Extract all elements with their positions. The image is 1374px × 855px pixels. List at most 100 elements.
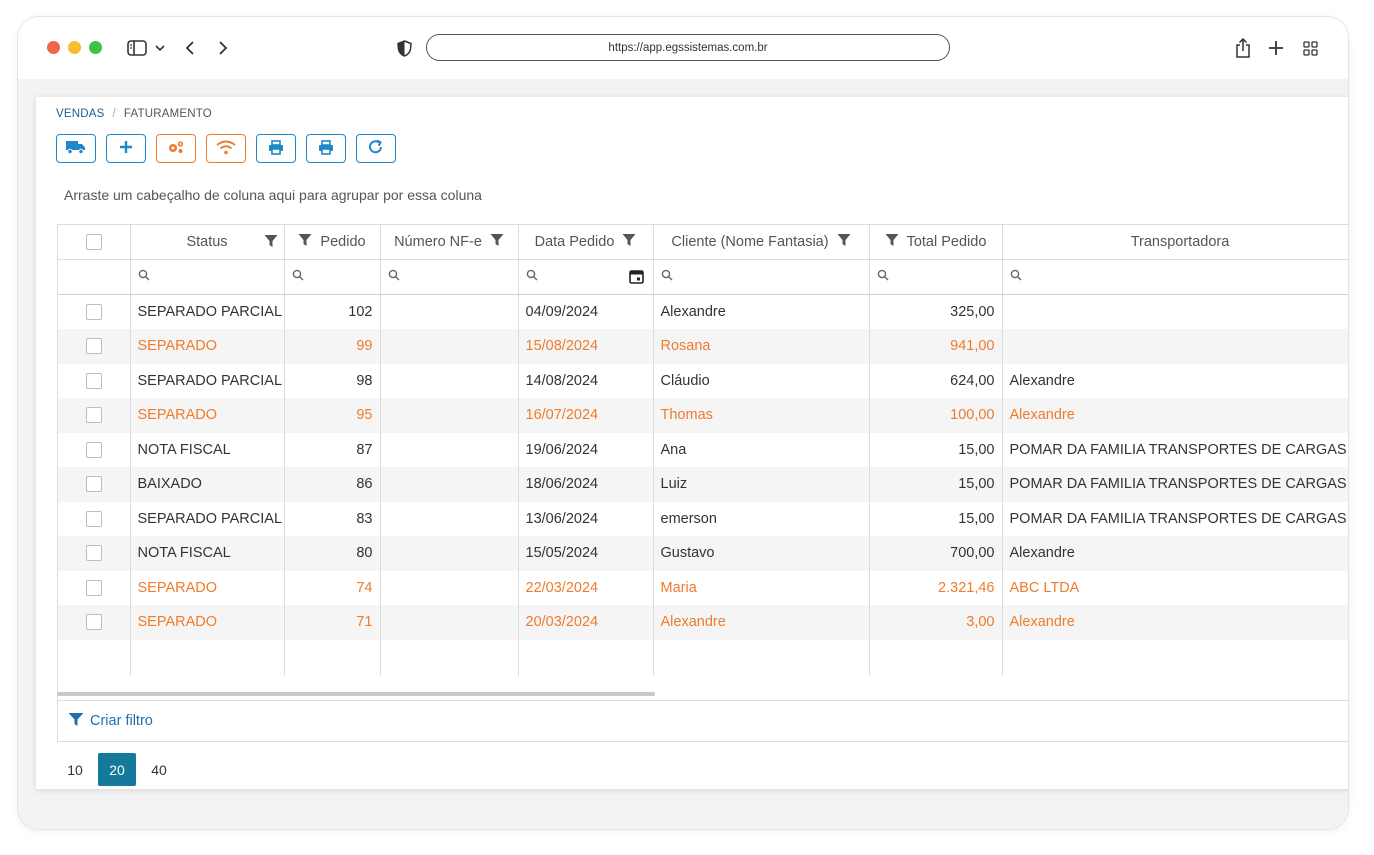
wifi-button[interactable] [206,134,246,163]
row-select-cell[interactable] [58,501,131,536]
table-row[interactable]: SEPARADO 99 15/08/2024 Rosana 941,00 [58,329,1348,364]
filter-icon[interactable] [264,234,278,252]
create-filter-link[interactable]: Criar filtro [90,713,153,729]
add-button[interactable] [106,134,146,163]
column-title-total: Total Pedido [906,234,987,250]
filter-cell-numero-nfe[interactable] [380,259,519,295]
column-header-status[interactable]: Status [130,225,285,260]
print-button[interactable] [256,134,296,163]
page-size-20[interactable]: 20 [98,753,136,786]
column-header-transportadora[interactable]: Transportadora [1002,225,1348,260]
print-secondary-button[interactable] [306,134,346,163]
row-select-cell[interactable] [58,467,131,502]
page-size-10[interactable]: 10 [56,753,94,786]
column-header-total[interactable]: Total Pedido [869,225,1003,260]
settings-button[interactable] [156,134,196,163]
main-panel: VENDAS / FATURAMENTO Arraste um cabeçalh… [36,97,1348,789]
row-checkbox[interactable] [85,407,102,424]
tab-overview-icon[interactable] [1301,37,1319,59]
cell-status: SEPARADO PARCIAL [130,501,285,536]
row-select-cell[interactable] [58,363,131,398]
row-checkbox[interactable] [85,338,102,355]
cell-transportadora: POMAR DA FAMILIA TRANSPORTES DE CARGAS E… [1002,467,1348,502]
row-select-cell[interactable] [58,294,131,329]
cell-status: NOTA FISCAL [130,432,285,467]
select-all-header[interactable] [58,225,131,260]
table-row[interactable]: SEPARADO 95 16/07/2024 Thomas 100,00 Ale… [58,398,1348,433]
filter-icon[interactable] [298,233,312,251]
cell-numero-nfe [380,536,519,571]
row-checkbox[interactable] [85,614,102,631]
table-row[interactable]: BAIXADO 86 18/06/2024 Luiz 15,00 POMAR D… [58,467,1348,502]
cell-data-pedido: 15/08/2024 [518,329,654,364]
new-tab-icon[interactable] [1267,37,1285,59]
horizontal-scrollbar[interactable] [57,692,655,696]
cell-total: 325,00 [869,294,1003,329]
back-arrow-icon[interactable] [182,37,198,59]
create-filter-bar[interactable]: Criar filtro [57,700,1348,742]
breadcrumb: VENDAS / FATURAMENTO [56,108,212,120]
filter-cell-status[interactable] [130,259,285,295]
row-select-cell[interactable] [58,570,131,605]
row-checkbox[interactable] [85,545,102,562]
table-row[interactable]: SEPARADO PARCIAL 102 04/09/2024 Alexandr… [58,294,1348,329]
refresh-button[interactable] [356,134,396,163]
cell-status: SEPARADO [130,398,285,433]
print-icon [318,139,334,158]
row-checkbox[interactable] [85,476,102,493]
truck-button[interactable] [56,134,96,163]
filter-cell-total[interactable] [869,259,1003,295]
table-row[interactable]: SEPARADO 71 20/03/2024 Alexandre 3,00 Al… [58,605,1348,640]
wifi-icon [216,140,236,158]
filter-icon[interactable] [837,233,851,251]
minimize-window-button[interactable] [68,41,81,54]
row-checkbox[interactable] [85,372,102,389]
row-select-cell[interactable] [58,432,131,467]
share-icon[interactable] [1234,37,1252,59]
cell-numero-nfe [380,467,519,502]
filter-cell-pedido[interactable] [284,259,381,295]
filter-cell-transportadora[interactable] [1002,259,1348,295]
table-row[interactable]: NOTA FISCAL 80 15/05/2024 Gustavo 700,00… [58,536,1348,571]
cell-transportadora: Alexandre [1002,363,1348,398]
table-row[interactable]: NOTA FISCAL 87 19/06/2024 Ana 15,00 POMA… [58,432,1348,467]
row-checkbox[interactable] [85,579,102,596]
column-header-numero-nfe[interactable]: Número NF-e [380,225,519,260]
filter-icon[interactable] [490,233,504,251]
column-header-cliente[interactable]: Cliente (Nome Fantasia) [653,225,870,260]
cell-total: 624,00 [869,363,1003,398]
row-checkbox[interactable] [85,304,102,321]
row-select-cell[interactable] [58,329,131,364]
column-header-data-pedido[interactable]: Data Pedido [518,225,654,260]
column-header-pedido[interactable]: Pedido [284,225,381,260]
address-bar-url: https://app.egssistemas.com.br [608,41,768,54]
row-checkbox[interactable] [85,441,102,458]
shield-icon[interactable] [395,37,413,59]
maximize-window-button[interactable] [89,41,102,54]
row-select-cell[interactable] [58,536,131,571]
calendar-icon[interactable] [628,269,644,288]
column-title-transportadora: Transportadora [1130,234,1230,250]
row-checkbox[interactable] [85,510,102,527]
table-row[interactable]: SEPARADO PARCIAL 98 14/08/2024 Cláudio 6… [58,363,1348,398]
select-all-checkbox[interactable] [85,234,102,251]
breadcrumb-vendas[interactable]: VENDAS [56,108,105,120]
filter-cell-data-pedido[interactable] [518,259,654,295]
row-select-cell[interactable] [58,398,131,433]
forward-arrow-icon[interactable] [215,37,231,59]
search-icon [292,269,304,281]
cell-pedido: 95 [284,398,381,433]
filter-icon[interactable] [885,233,899,251]
address-bar[interactable]: https://app.egssistemas.com.br [426,34,950,61]
table-row[interactable]: SEPARADO 74 22/03/2024 Maria 2.321,46 AB… [58,570,1348,605]
sidebar-toggle-icon[interactable] [126,37,148,59]
table-row[interactable]: SEPARADO PARCIAL 83 13/06/2024 emerson 1… [58,501,1348,536]
group-by-drop-zone[interactable]: Arraste um cabeçalho de coluna aqui para… [64,187,482,203]
cell-status: SEPARADO PARCIAL [130,363,285,398]
filter-icon[interactable] [622,233,636,251]
close-window-button[interactable] [47,41,60,54]
row-select-cell[interactable] [58,605,131,640]
page-size-40[interactable]: 40 [140,753,178,786]
chevron-down-icon[interactable] [154,37,166,59]
filter-cell-cliente[interactable] [653,259,870,295]
